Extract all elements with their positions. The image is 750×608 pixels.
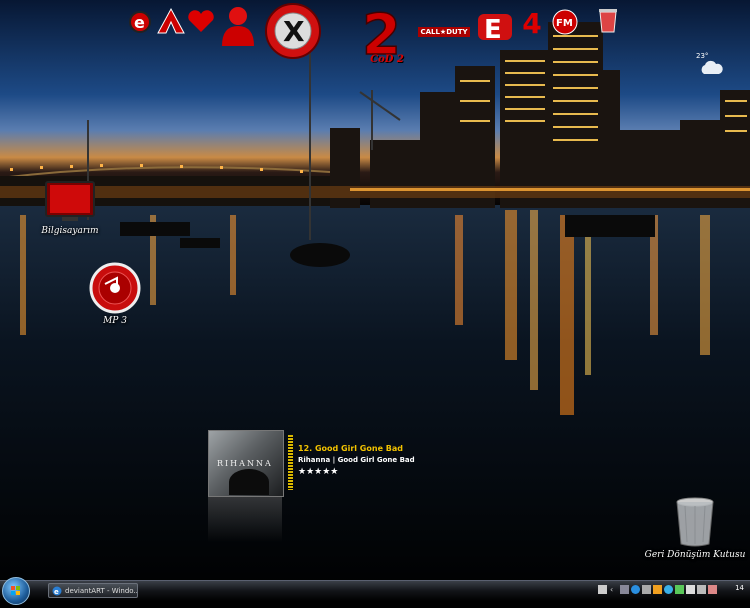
monitor-icon xyxy=(45,181,95,221)
tray-app-icon-6[interactable] xyxy=(708,585,717,594)
svg-text:X: X xyxy=(283,15,305,48)
keyboard-icon[interactable] xyxy=(598,585,607,594)
top-dock: e X 2 CoD 2 CALL★DUTY E 4 FM xyxy=(120,2,640,66)
network-icon[interactable] xyxy=(686,585,695,594)
svg-text:2: 2 xyxy=(362,4,401,58)
rating-stars[interactable]: ★★★★★ xyxy=(298,467,338,477)
mp3-label: MP 3 xyxy=(103,316,127,326)
user-icon[interactable] xyxy=(220,4,256,46)
system-tray: ‹ 14 xyxy=(598,583,748,599)
clock[interactable]: 14 xyxy=(735,584,744,592)
recycle-bin-label: Geri Dönüşüm Kutusu xyxy=(644,550,746,560)
chevron-left-icon[interactable]: ‹ xyxy=(610,585,613,594)
mp3-folder-icon[interactable]: MP 3 xyxy=(80,262,150,326)
call-of-duty-icon[interactable]: CALL★DUTY xyxy=(416,24,472,40)
recycle-bin-dock-icon[interactable] xyxy=(596,6,620,34)
svg-text:FM: FM xyxy=(556,18,573,29)
weather-temp: 23° xyxy=(696,52,709,60)
tray-app-icon-4[interactable] xyxy=(653,585,662,594)
tray-app-icon-5[interactable] xyxy=(664,585,673,594)
my-computer-label: Bilgisayarım xyxy=(41,226,99,236)
cd-icon xyxy=(89,262,141,314)
album-reflection xyxy=(208,497,282,542)
music-player-widget[interactable]: RIHANNA 12. Good Girl Gone Bad Rihanna |… xyxy=(208,430,448,542)
taskbar-window-button[interactable]: e deviantART - Windo... xyxy=(48,583,138,598)
cloud-icon xyxy=(701,60,723,74)
arrow-logo-icon[interactable] xyxy=(156,6,186,36)
close-x-icon[interactable]: X xyxy=(264,2,322,60)
recycle-bin-icon[interactable]: Geri Dönüşüm Kutusu xyxy=(640,496,750,560)
track-artist-album: Rihanna | Good Girl Gone Bad xyxy=(298,456,415,464)
svg-text:e: e xyxy=(134,13,145,32)
tray-app-icon-1[interactable] xyxy=(620,585,629,594)
album-art: RIHANNA xyxy=(208,430,284,497)
channel-4-icon[interactable]: 4 xyxy=(518,7,546,40)
e-logo-icon[interactable]: E xyxy=(476,10,514,44)
svg-text:e: e xyxy=(54,588,59,596)
cod2-label: CoD 2 xyxy=(370,53,404,65)
taskbar: e deviantART - Windo... ‹ 14 xyxy=(0,577,750,605)
volume-meter xyxy=(288,435,293,490)
ie-taskbar-icon: e xyxy=(52,586,62,596)
fm-radio-icon[interactable]: FM xyxy=(550,8,580,36)
track-title: 12. Good Girl Gone Bad xyxy=(298,444,403,453)
windows-logo-icon xyxy=(11,586,20,595)
start-button[interactable] xyxy=(2,577,30,605)
heart-icon[interactable] xyxy=(186,8,216,34)
cod2-shortcut[interactable]: 2 CoD 2 xyxy=(360,2,414,66)
trash-can-icon xyxy=(676,497,714,547)
tray-app-icon-2[interactable] xyxy=(631,585,640,594)
play-icon[interactable] xyxy=(675,585,684,594)
my-computer-icon[interactable]: Bilgisayarım xyxy=(32,180,108,236)
tray-app-icon-3[interactable] xyxy=(642,585,651,594)
volume-icon[interactable] xyxy=(697,585,706,594)
weather-gadget[interactable]: 23° xyxy=(694,52,728,82)
internet-explorer-icon[interactable]: e xyxy=(124,8,156,36)
svg-text:E: E xyxy=(484,15,502,44)
